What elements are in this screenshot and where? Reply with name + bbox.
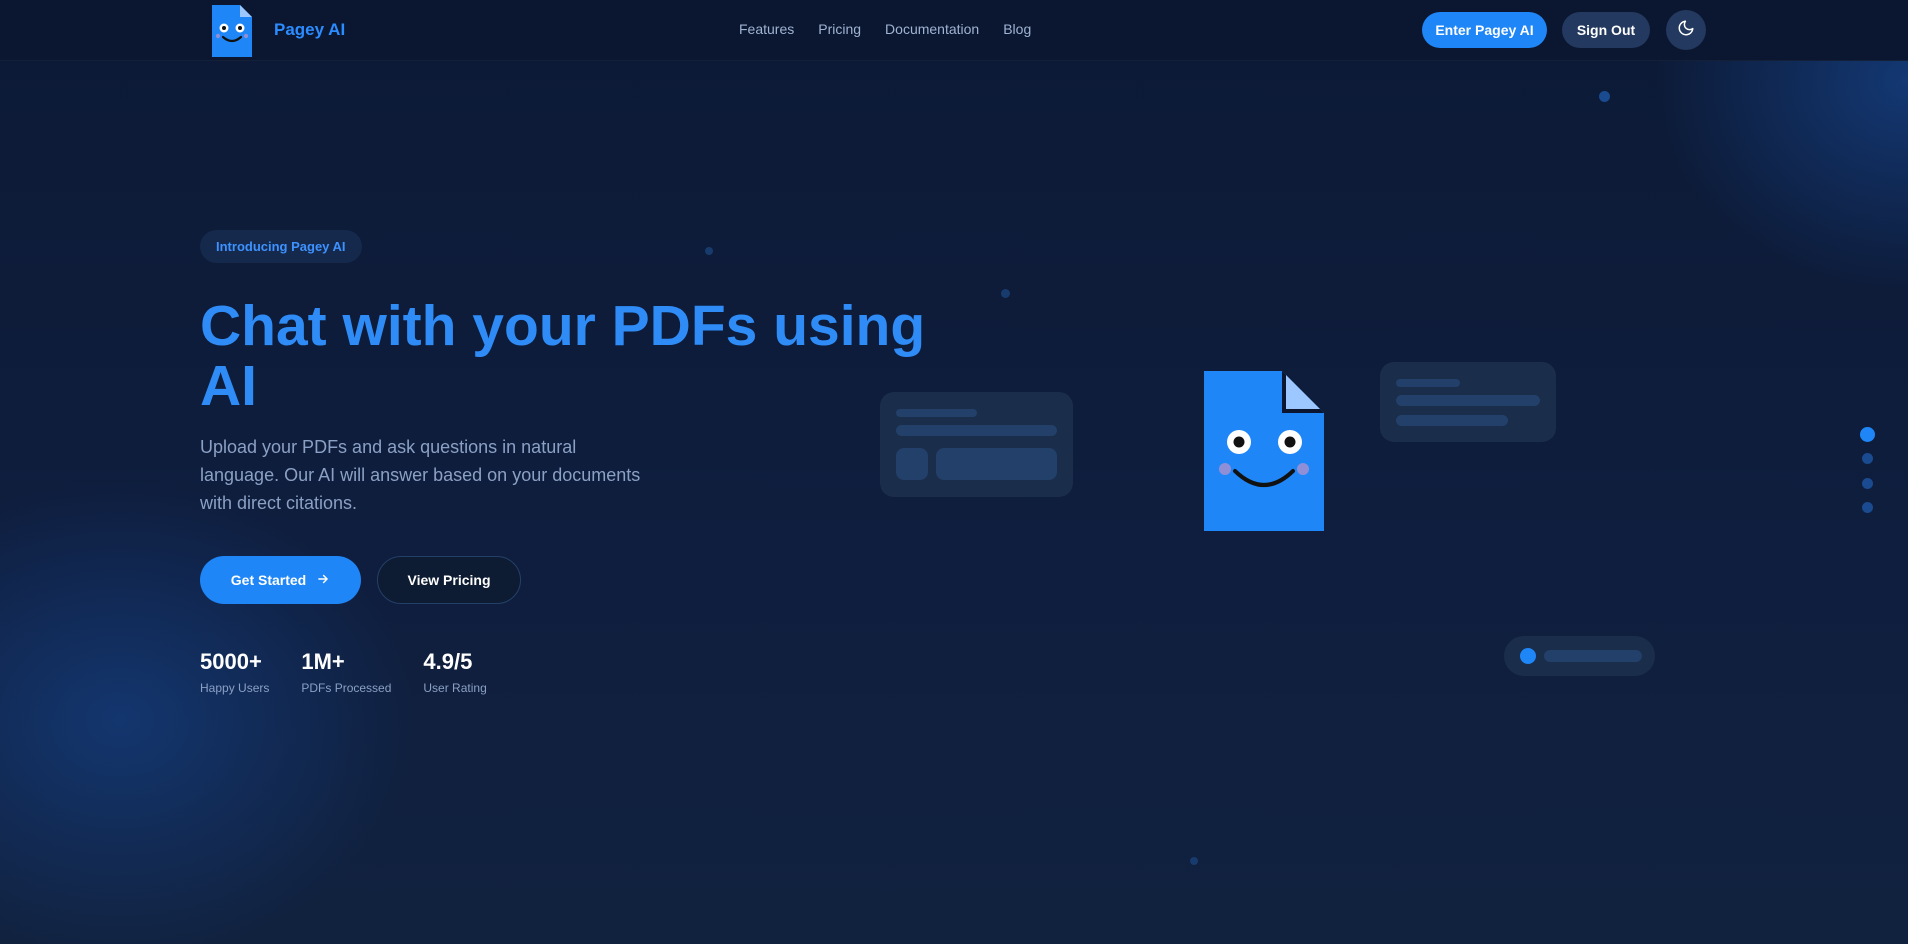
pdf-mascot-icon bbox=[1204, 371, 1324, 531]
pdf-mascot-illustration bbox=[1202, 369, 1326, 531]
stat-item: 4.9/5 User Rating bbox=[423, 649, 486, 695]
placeholder-line bbox=[896, 409, 977, 417]
sign-out-button[interactable]: Sign Out bbox=[1562, 12, 1650, 48]
stat-value: 1M+ bbox=[301, 649, 345, 674]
pagination-dot[interactable] bbox=[1862, 502, 1873, 513]
placeholder-line bbox=[1396, 395, 1540, 406]
moon-icon bbox=[1677, 19, 1695, 42]
hero-subtitle: Upload your PDFs and ask questions in na… bbox=[200, 437, 641, 513]
pagination-dot-active[interactable] bbox=[1860, 427, 1875, 442]
view-pricing-button[interactable]: View Pricing bbox=[377, 556, 521, 604]
main-nav: Features Pricing Documentation Blog bbox=[739, 21, 1031, 37]
stat-value: 4.9/5 bbox=[423, 649, 473, 674]
chat-card-left bbox=[880, 392, 1073, 497]
enter-app-button[interactable]: Enter Pagey AI bbox=[1422, 12, 1547, 48]
pagination-dot[interactable] bbox=[1862, 453, 1873, 464]
status-dot bbox=[1520, 648, 1536, 664]
stat-label: User Rating bbox=[423, 681, 487, 695]
decorative-dot bbox=[1599, 91, 1610, 102]
stat-item: 5000+ Happy Users bbox=[200, 649, 269, 695]
intro-badge: Introducing Pagey AI bbox=[200, 230, 362, 263]
decorative-dot bbox=[1001, 289, 1010, 298]
placeholder-block bbox=[936, 448, 1057, 480]
get-started-button[interactable]: Get Started bbox=[200, 556, 361, 604]
stats-row: 5000+ Happy Users 1M+ PDFs Processed 4.9… bbox=[200, 649, 487, 695]
nav-link-features[interactable]: Features bbox=[739, 21, 794, 37]
arrow-right-icon bbox=[316, 572, 330, 589]
theme-toggle-button[interactable] bbox=[1666, 10, 1706, 50]
stat-value: 5000+ bbox=[200, 649, 262, 674]
typing-indicator-card bbox=[1504, 636, 1655, 676]
decorative-dot bbox=[705, 247, 713, 255]
site-header: Pagey AI Features Pricing Documentation … bbox=[0, 0, 1908, 61]
stat-item: 1M+ PDFs Processed bbox=[301, 649, 391, 695]
placeholder-line bbox=[1396, 379, 1460, 387]
brand-name: Pagey AI bbox=[274, 20, 346, 39]
nav-link-documentation[interactable]: Documentation bbox=[885, 21, 979, 37]
placeholder-line bbox=[896, 425, 1057, 436]
brand-link[interactable]: Pagey AI bbox=[210, 3, 345, 57]
nav-link-pricing[interactable]: Pricing bbox=[818, 21, 861, 37]
hero-headline: Chat with your PDFs using AI bbox=[200, 294, 926, 418]
decorative-dot bbox=[1190, 857, 1198, 865]
pdf-mascot-icon bbox=[210, 3, 254, 57]
placeholder-avatar bbox=[896, 448, 928, 480]
stat-label: PDFs Processed bbox=[301, 681, 392, 695]
pagination-dot[interactable] bbox=[1862, 478, 1873, 489]
placeholder-line bbox=[1544, 650, 1642, 662]
nav-link-blog[interactable]: Blog bbox=[1003, 21, 1031, 37]
chat-card-right bbox=[1380, 362, 1556, 442]
get-started-label: Get Started bbox=[230, 572, 307, 588]
stat-label: Happy Users bbox=[200, 681, 270, 695]
placeholder-line bbox=[1396, 415, 1508, 426]
